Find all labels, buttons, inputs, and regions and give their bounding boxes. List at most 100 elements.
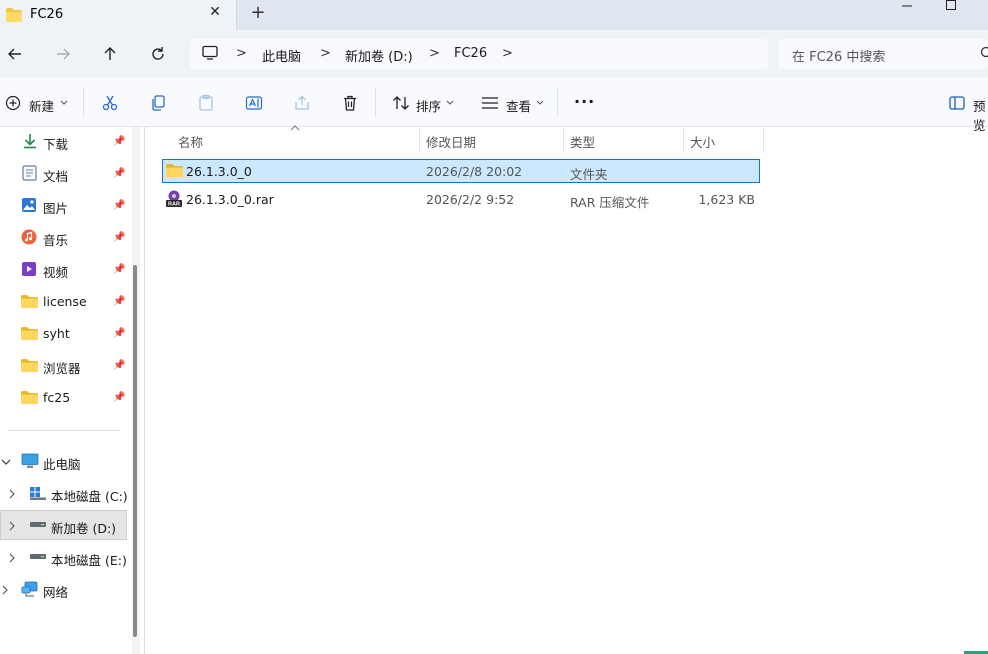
sidebar-item-drive-d[interactable]: 新加卷 (D:) [51, 518, 116, 537]
file-name[interactable]: 26.1.3.0_0.rar [186, 192, 274, 207]
sidebar-item-browser[interactable]: 浏览器 [43, 358, 81, 377]
pin-icon: 📌 [113, 360, 126, 371]
column-header-date[interactable]: 修改日期 [426, 132, 476, 151]
file-type: RAR 压缩文件 [570, 195, 650, 210]
sidebar-scroll-thumb[interactable] [133, 265, 137, 637]
chevron-down-icon[interactable] [1, 458, 11, 466]
network-icon [21, 581, 38, 597]
column-header-type[interactable]: 类型 [570, 132, 595, 151]
sidebar-item-license[interactable]: license [43, 294, 87, 309]
search-icon[interactable] [980, 46, 988, 60]
minimize-button[interactable] [900, 0, 914, 14]
back-arrow-icon[interactable] [6, 45, 24, 63]
sidebar-item-this-pc[interactable]: 此电脑 [43, 454, 81, 473]
column-divider[interactable] [419, 128, 420, 152]
chevron-right-icon[interactable]: > [502, 46, 513, 61]
sidebar-divider [8, 430, 120, 431]
up-arrow-icon[interactable] [101, 45, 119, 63]
chevron-right-icon[interactable] [1, 585, 9, 595]
more-options-button[interactable]: ··· [574, 92, 595, 111]
monitor-icon [202, 45, 218, 60]
pin-icon: 📌 [113, 328, 126, 339]
breadcrumb-fc26[interactable]: FC26 [454, 46, 487, 61]
column-divider[interactable] [563, 128, 564, 152]
chevron-down-icon[interactable] [536, 100, 544, 106]
pin-icon: 📌 [113, 264, 126, 275]
sort-ascending-icon [290, 125, 300, 131]
file-date: 2026/2/8 20:02 [426, 164, 523, 179]
toolbar-divider [83, 88, 84, 116]
sidebar-item-pictures[interactable]: 图片 [43, 198, 68, 217]
preview-pane-icon[interactable] [949, 96, 965, 110]
search-input[interactable]: 在 FC26 中搜索 [792, 46, 885, 65]
view-button[interactable]: 查看 [506, 96, 531, 115]
folder-icon [21, 359, 38, 372]
chevron-right-icon[interactable] [8, 489, 16, 499]
folder-icon [166, 164, 183, 177]
close-tab-button[interactable]: ✕ [208, 5, 222, 19]
file-size: 1,623 KB [698, 192, 755, 207]
sidebar-item-syht[interactable]: syht [43, 326, 70, 341]
drive-icon [30, 522, 46, 527]
sort-button[interactable]: 排序 [416, 96, 441, 115]
chevron-down-icon[interactable] [446, 100, 454, 106]
paste-icon[interactable] [197, 94, 215, 112]
forward-arrow-icon[interactable] [54, 45, 72, 63]
sidebar-item-documents[interactable]: 文档 [43, 166, 68, 185]
folder-icon [21, 391, 38, 404]
chevron-right-icon[interactable]: > [429, 46, 440, 61]
chevron-right-icon[interactable] [8, 521, 16, 531]
view-list-icon[interactable] [481, 96, 499, 110]
breadcrumb-drive-d[interactable]: 新加卷 (D:) [345, 46, 413, 65]
sort-icon[interactable] [392, 95, 410, 111]
maximize-button[interactable] [944, 0, 958, 14]
pin-icon: 📌 [113, 168, 126, 179]
pin-icon: 📌 [113, 200, 126, 211]
new-button[interactable]: 新建 [29, 96, 54, 115]
toolbar-divider [557, 88, 558, 116]
drive-icon [30, 554, 46, 559]
new-tab-button[interactable]: + [250, 4, 266, 22]
computer-icon [21, 453, 39, 468]
pane-divider[interactable] [144, 127, 145, 654]
rar-icon: RAR [166, 190, 182, 208]
download-icon [24, 134, 36, 149]
sidebar-item-videos[interactable]: 视频 [43, 262, 68, 281]
chevron-right-icon[interactable]: > [236, 46, 247, 61]
column-header-name[interactable]: 名称 [178, 132, 203, 151]
sidebar-item-music[interactable]: 音乐 [43, 230, 68, 249]
column-divider[interactable] [763, 128, 764, 152]
sidebar-item-downloads[interactable]: 下载 [43, 134, 68, 153]
chevron-right-icon[interactable]: > [320, 46, 331, 61]
refresh-icon[interactable] [149, 45, 167, 63]
preview-button[interactable]: 预览 [973, 96, 988, 134]
chevron-down-icon[interactable] [60, 100, 68, 106]
chevron-right-icon[interactable] [8, 553, 16, 563]
pin-icon: 📌 [113, 296, 126, 307]
windows-drive-icon [30, 487, 46, 500]
pin-icon: 📌 [113, 392, 126, 403]
document-icon [22, 165, 37, 181]
sidebar-item-drive-c[interactable]: 本地磁盘 (C:) [51, 486, 128, 505]
delete-icon[interactable] [341, 94, 359, 112]
breadcrumb-this-pc[interactable]: 此电脑 [262, 46, 301, 65]
sidebar-item-fc25[interactable]: fc25 [43, 390, 70, 405]
column-divider[interactable] [683, 128, 684, 152]
share-icon[interactable] [293, 94, 311, 112]
toolbar-divider [375, 88, 376, 116]
picture-icon [22, 198, 36, 212]
cut-icon[interactable] [101, 94, 119, 112]
sidebar-item-drive-e[interactable]: 本地磁盘 (E:) [51, 550, 127, 569]
tab-title: FC26 [30, 7, 64, 22]
video-icon [22, 262, 36, 276]
folder-icon [6, 8, 22, 22]
file-name[interactable]: 26.1.3.0_0 [186, 164, 252, 179]
file-date: 2026/2/2 9:52 [426, 192, 515, 207]
svg-text:RAR: RAR [168, 202, 180, 208]
column-header-size[interactable]: 大小 [690, 132, 715, 151]
sidebar-item-network[interactable]: 网络 [43, 582, 68, 601]
rename-icon[interactable] [245, 94, 263, 112]
pin-icon: 📌 [113, 232, 126, 243]
copy-icon[interactable] [149, 94, 167, 112]
plus-circle-icon[interactable] [5, 95, 21, 111]
